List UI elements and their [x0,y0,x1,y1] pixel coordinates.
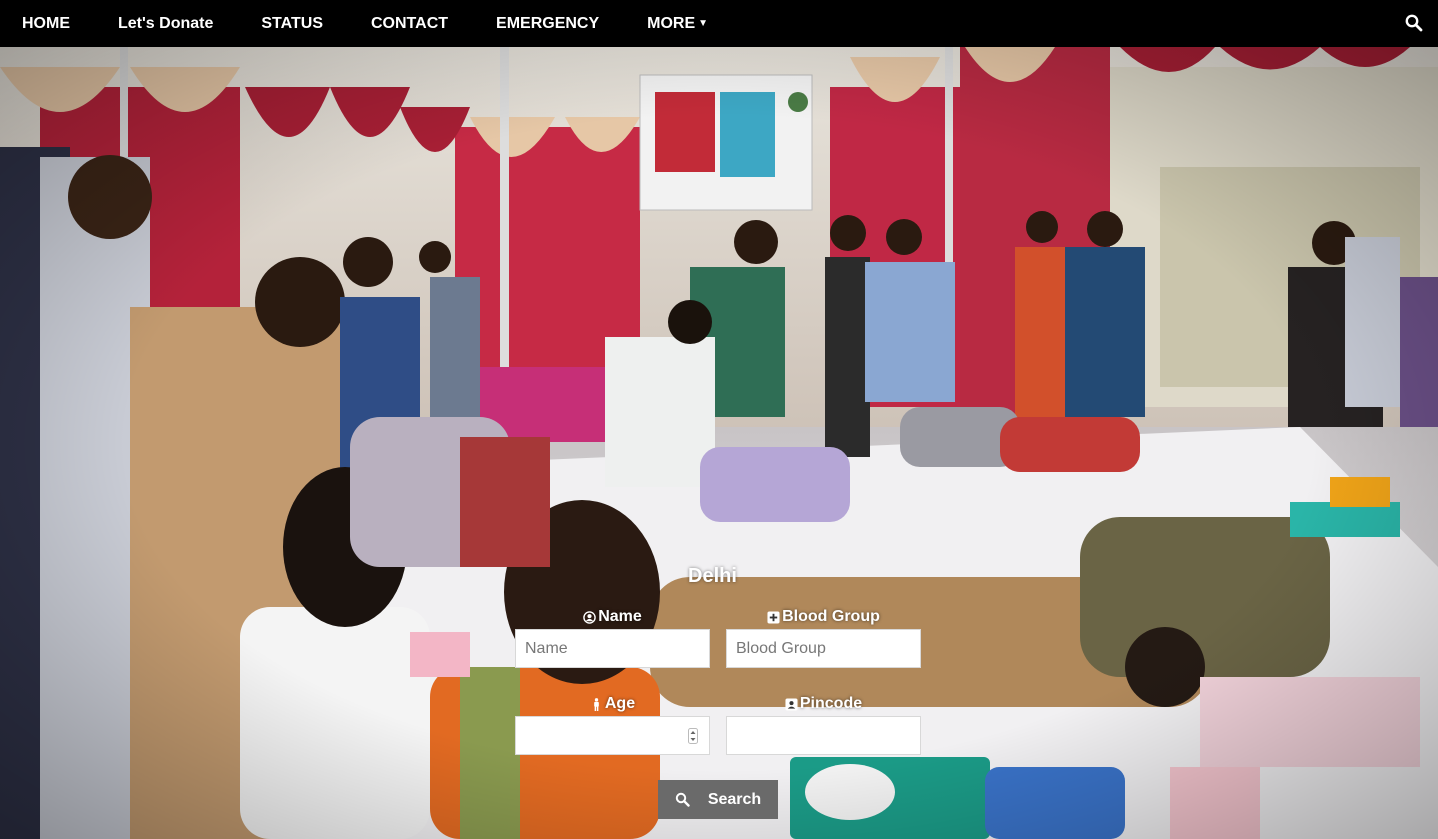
search-button-label: Search [707,790,762,808]
nav-contact[interactable]: CONTACT [347,0,472,47]
nav-emergency[interactable]: EMERGENCY [472,0,623,47]
blood-group-label-text: Blood Group [782,608,880,625]
user-circle-icon [583,610,596,624]
pincode-label: Pincode [726,695,921,713]
plus-square-icon [767,610,780,624]
nav-lets-donate[interactable]: Let's Donate [94,0,237,47]
age-label-text: Age [604,695,636,712]
pincode-input[interactable] [726,716,921,755]
contact-card-icon [785,697,798,711]
caret-down-icon: ▼ [698,18,709,29]
nav-home[interactable]: HOME [0,0,94,47]
nav-more[interactable]: MORE ▼ [623,0,732,47]
nav-more-label: MORE [647,15,696,32]
search-icon [675,792,690,807]
search-button[interactable]: Search [658,780,778,819]
nav-status[interactable]: STATUS [237,0,347,47]
number-spinner-icon[interactable] [688,728,698,744]
name-label: Name [515,608,710,626]
pincode-label-text: Pincode [799,695,863,712]
blood-group-input[interactable] [726,629,921,668]
age-label: Age [515,695,710,713]
city-heading: Delhi [688,565,737,587]
age-input[interactable] [515,716,710,755]
blood-group-label: Blood Group [726,608,921,626]
top-navbar: HOME Let's Donate STATUS CONTACT EMERGEN… [0,0,1438,47]
search-icon[interactable] [1404,13,1424,33]
donor-search-form: Delhi Name Blood Group Age Pincode Searc… [0,47,1438,839]
name-input[interactable] [515,629,710,668]
name-label-text: Name [598,608,642,625]
male-icon [594,697,599,711]
